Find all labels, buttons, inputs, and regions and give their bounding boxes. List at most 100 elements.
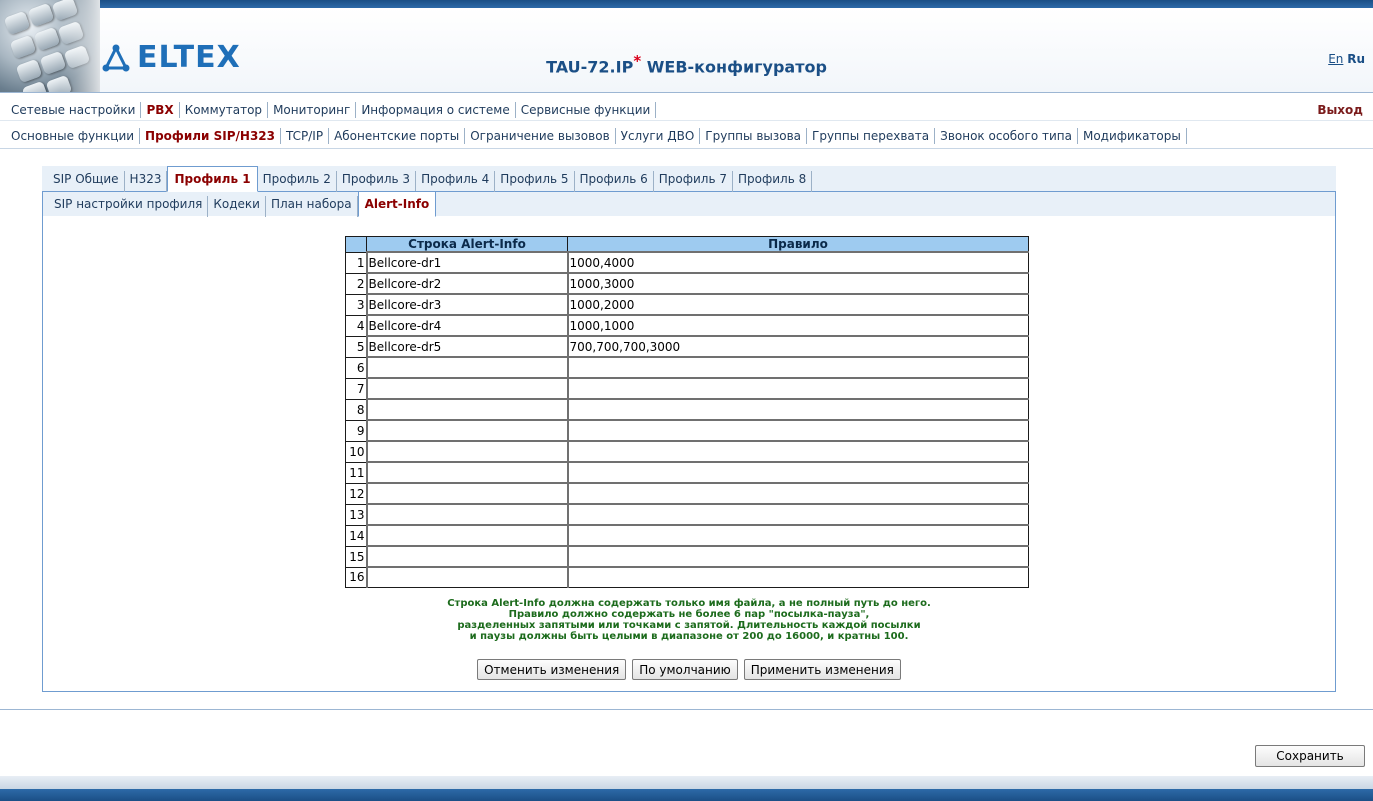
subtab-sip-настройки-профиля[interactable]: SIP настройки профиля	[49, 196, 209, 217]
tab-профиль-2[interactable]: Профиль 2	[258, 171, 337, 192]
tab-sip-общие[interactable]: SIP Общие	[48, 171, 125, 192]
tab-профиль-1[interactable]: Профиль 1	[167, 166, 258, 192]
alert-info-input[interactable]	[367, 568, 567, 587]
submenu-item-ограничение-вызовов[interactable]: Ограничение вызовов	[465, 128, 616, 144]
rule-input-cell	[566, 293, 1029, 316]
rule-input-cell	[566, 356, 1029, 379]
restore-defaults-button[interactable]: По умолчанию	[632, 659, 738, 680]
rule-input-cell	[566, 566, 1029, 588]
rule-input-cell	[566, 482, 1029, 505]
submenu-item-профили-sip-h323[interactable]: Профили SIP/H323	[140, 128, 281, 144]
alert-info-input[interactable]	[367, 358, 567, 377]
rule-input-cell	[566, 377, 1029, 400]
row-number: 15	[345, 545, 367, 568]
rule-input[interactable]	[568, 316, 1028, 335]
rule-input[interactable]	[568, 484, 1028, 503]
rule-input[interactable]	[568, 337, 1028, 356]
header-top-bar	[0, 0, 1373, 8]
subtab-план-набора[interactable]: План набора	[266, 196, 358, 217]
alert-info-input-cell	[365, 440, 568, 463]
alert-info-input-cell	[365, 314, 568, 337]
alert-info-input[interactable]	[367, 484, 567, 503]
menu-item-сервисные-функции[interactable]: Сервисные функции	[516, 102, 657, 118]
profile-tabs-area: SIP Общие H323 Профиль 1 Профиль 2 Профиль 3…	[42, 166, 1336, 692]
alert-info-input[interactable]	[367, 379, 567, 398]
tab-профиль-6[interactable]: Профиль 6	[575, 171, 654, 192]
submenu-item-абонентские-порты[interactable]: Абонентские порты	[329, 128, 466, 144]
rule-input-cell	[566, 251, 1029, 274]
alert-info-input[interactable]	[367, 463, 567, 482]
rule-input[interactable]	[568, 526, 1028, 545]
rule-input[interactable]	[568, 295, 1028, 314]
lang-ru-link[interactable]: Ru	[1347, 52, 1365, 66]
col-alert-info-header: Строка Alert-Info	[366, 236, 568, 253]
alert-info-input[interactable]	[367, 337, 567, 356]
tab-профиль-3[interactable]: Профиль 3	[337, 171, 417, 192]
menu-item-сетевые-настройки[interactable]: Сетевые настройки	[6, 102, 142, 118]
cancel-changes-button[interactable]: Отменить изменения	[477, 659, 627, 680]
logout-link[interactable]: Выход	[1317, 103, 1363, 117]
tab-профиль-7[interactable]: Профиль 7	[654, 171, 733, 192]
alert-info-input[interactable]	[367, 442, 567, 461]
row-number: 4	[345, 314, 367, 337]
subtab-alert-info[interactable]: Alert-Info	[357, 191, 437, 217]
submenu-item-услуги-дво[interactable]: Услуги ДВО	[616, 128, 701, 144]
tab-профиль-4[interactable]: Профиль 4	[416, 171, 496, 192]
row-number: 14	[345, 524, 367, 547]
rule-input-cell	[566, 335, 1029, 358]
alert-info-input[interactable]	[367, 505, 567, 524]
table-row: 4	[345, 314, 1029, 337]
alert-info-input[interactable]	[367, 253, 567, 272]
rule-input[interactable]	[568, 421, 1028, 440]
alert-info-input[interactable]	[367, 421, 567, 440]
menu-item-коммутатор[interactable]: Коммутатор	[180, 102, 269, 118]
rule-input[interactable]	[568, 568, 1028, 587]
submenu-item-tcp-ip[interactable]: TCP/IP	[281, 128, 330, 144]
alert-info-input[interactable]	[367, 400, 567, 419]
tab-профиль-5[interactable]: Профиль 5	[495, 171, 575, 192]
rule-input[interactable]	[568, 274, 1028, 293]
alert-info-input-cell	[365, 335, 568, 358]
alert-info-input-cell	[365, 251, 568, 274]
row-number: 1	[345, 251, 367, 274]
alert-info-input[interactable]	[367, 274, 567, 293]
rule-input[interactable]	[568, 358, 1028, 377]
menu-item-мониторинг[interactable]: Мониторинг	[268, 102, 357, 118]
table-row: 11	[345, 461, 1029, 484]
rule-input[interactable]	[568, 505, 1028, 524]
rule-input[interactable]	[568, 400, 1028, 419]
rule-input[interactable]	[568, 379, 1028, 398]
rule-input[interactable]	[568, 547, 1028, 566]
col-num-header	[345, 236, 367, 253]
submenu-item-модификаторы[interactable]: Модификаторы	[1078, 128, 1187, 144]
alert-info-input[interactable]	[367, 526, 567, 545]
table-row: 12	[345, 482, 1029, 505]
alert-info-input-cell	[365, 419, 568, 442]
submenu-item-группы-перехвата[interactable]: Группы перехвата	[807, 128, 936, 144]
rule-input-cell	[566, 524, 1029, 547]
alert-info-input-cell	[365, 272, 568, 295]
submenu-item-основные-функции[interactable]: Основные функции	[6, 128, 141, 144]
alert-info-input[interactable]	[367, 547, 567, 566]
rule-input-cell	[566, 461, 1029, 484]
row-number: 11	[345, 461, 367, 484]
subtab-кодеки[interactable]: Кодеки	[208, 196, 266, 217]
rule-input[interactable]	[568, 253, 1028, 272]
rule-input[interactable]	[568, 463, 1028, 482]
footer-separator	[0, 709, 1373, 710]
menu-item-pbx[interactable]: PBX	[141, 102, 180, 118]
apply-changes-button[interactable]: Применить изменения	[743, 659, 901, 680]
table-row: 2	[345, 272, 1029, 295]
submenu-item-группы-вызова[interactable]: Группы вызова	[700, 128, 808, 144]
alert-info-input-cell	[365, 356, 568, 379]
menu-item-информация-о-системе[interactable]: Информация о системе	[356, 102, 516, 118]
rule-input-cell	[566, 398, 1029, 421]
lang-en-link[interactable]: En	[1328, 52, 1343, 66]
rule-input[interactable]	[568, 442, 1028, 461]
tab-h323[interactable]: H323	[125, 171, 168, 192]
tab-профиль-8[interactable]: Профиль 8	[733, 171, 813, 192]
alert-info-input[interactable]	[367, 295, 567, 314]
save-button[interactable]: Сохранить	[1255, 745, 1365, 767]
alert-info-input[interactable]	[367, 316, 567, 335]
submenu-item-звонок-особого-типа[interactable]: Звонок особого типа	[935, 128, 1078, 144]
